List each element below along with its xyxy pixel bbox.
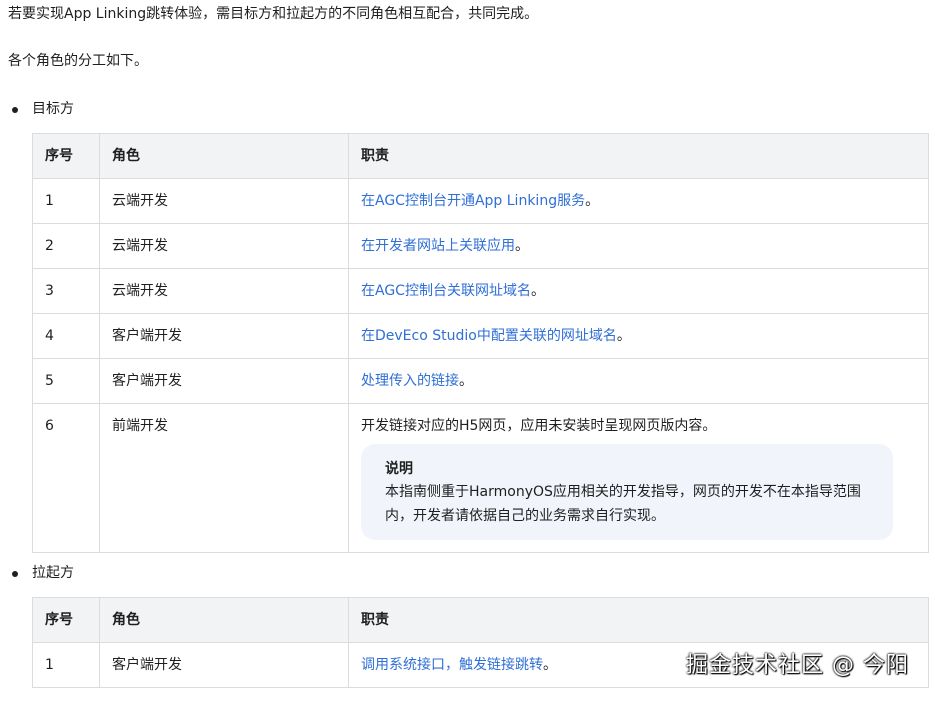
launcher-bullet-label: 拉起方 <box>32 565 74 581</box>
header-role: 角色 <box>99 133 349 179</box>
cell-duty: 处理传入的链接。 <box>348 358 929 404</box>
cell-seq: 1 <box>32 642 100 688</box>
table-row: 5 客户端开发 处理传入的链接。 <box>32 358 929 404</box>
cell-seq: 6 <box>32 403 100 553</box>
cell-duty: 开发链接对应的H5网页，应用未安装时呈现网页版内容。 说明 本指南侧重于Harm… <box>348 403 929 553</box>
cell-role: 客户端开发 <box>99 642 349 688</box>
watermark: 掘金技术社区 @ 今阳 <box>686 653 909 678</box>
header-seq: 序号 <box>32 597 100 643</box>
table-header-row: 序号 角色 职责 <box>32 597 929 643</box>
table-row: 6 前端开发 开发链接对应的H5网页，应用未安装时呈现网页版内容。 说明 本指南… <box>32 403 929 553</box>
duty-suffix: 。 <box>515 238 529 254</box>
note-title: 说明 <box>385 461 413 477</box>
table-row: 2 云端开发 在开发者网站上关联应用。 <box>32 223 929 269</box>
duty-link[interactable]: 在AGC控制台关联网址域名 <box>361 283 531 299</box>
duty-link[interactable]: 调用系统接口，触发链接跳转 <box>361 657 543 673</box>
table-header-row: 序号 角色 职责 <box>32 133 929 179</box>
cell-duty: 在开发者网站上关联应用。 <box>348 223 929 269</box>
header-duty: 职责 <box>348 597 929 643</box>
cell-seq: 5 <box>32 358 100 404</box>
duty-suffix: 。 <box>543 657 557 673</box>
cell-duty: 在AGC控制台开通App Linking服务。 <box>348 178 929 224</box>
cell-role: 云端开发 <box>99 223 349 269</box>
table-row: 1 云端开发 在AGC控制台开通App Linking服务。 <box>32 178 929 224</box>
header-role: 角色 <box>99 597 349 643</box>
cell-duty: 在AGC控制台关联网址域名。 <box>348 268 929 314</box>
roles-intro-paragraph: 各个角色的分工如下。 <box>8 53 148 69</box>
note-body: 本指南侧重于HarmonyOS应用相关的开发指导，网页的开发不在本指导范围内，开… <box>385 484 861 524</box>
duty-suffix: 。 <box>530 283 545 299</box>
cell-role: 客户端开发 <box>99 358 349 404</box>
header-seq: 序号 <box>32 133 100 179</box>
duty-link[interactable]: 在DevEco Studio中配置关联的网址域名 <box>361 328 617 344</box>
duty-link[interactable]: 处理传入的链接 <box>361 373 459 389</box>
bullet-dot-icon <box>12 106 18 113</box>
cell-seq: 4 <box>32 313 100 359</box>
cell-seq: 3 <box>32 268 100 314</box>
table-row: 4 客户端开发 在DevEco Studio中配置关联的网址域名。 <box>32 313 929 359</box>
cell-seq: 1 <box>32 178 100 224</box>
target-bullet: 目标方 <box>12 99 74 119</box>
duty-suffix: 。 <box>585 193 600 209</box>
duty-suffix: 。 <box>616 328 631 344</box>
target-roles-table: 序号 角色 职责 1 云端开发 在AGC控制台开通App Linking服务。 … <box>32 133 929 553</box>
cell-duty: 在DevEco Studio中配置关联的网址域名。 <box>348 313 929 359</box>
cell-role: 客户端开发 <box>99 313 349 359</box>
duty-suffix: 。 <box>459 373 473 389</box>
launcher-bullet: 拉起方 <box>12 563 74 583</box>
intro-paragraph: 若要实现App Linking跳转体验，需目标方和拉起方的不同角色相互配合，共同… <box>8 6 539 22</box>
header-duty: 职责 <box>348 133 929 179</box>
cell-role: 云端开发 <box>99 268 349 314</box>
cell-role: 前端开发 <box>99 403 349 553</box>
cell-seq: 2 <box>32 223 100 269</box>
duty-text: 开发链接对应的H5网页，应用未安装时呈现网页版内容。 <box>361 418 717 434</box>
table-row: 3 云端开发 在AGC控制台关联网址域名。 <box>32 268 929 314</box>
duty-link[interactable]: 在AGC控制台开通App Linking服务 <box>361 193 585 209</box>
cell-role: 云端开发 <box>99 178 349 224</box>
bullet-dot-icon <box>12 570 18 577</box>
note-box: 说明 本指南侧重于HarmonyOS应用相关的开发指导，网页的开发不在本指导范围… <box>361 444 893 540</box>
duty-link[interactable]: 在开发者网站上关联应用 <box>361 238 515 254</box>
target-bullet-label: 目标方 <box>32 101 74 117</box>
